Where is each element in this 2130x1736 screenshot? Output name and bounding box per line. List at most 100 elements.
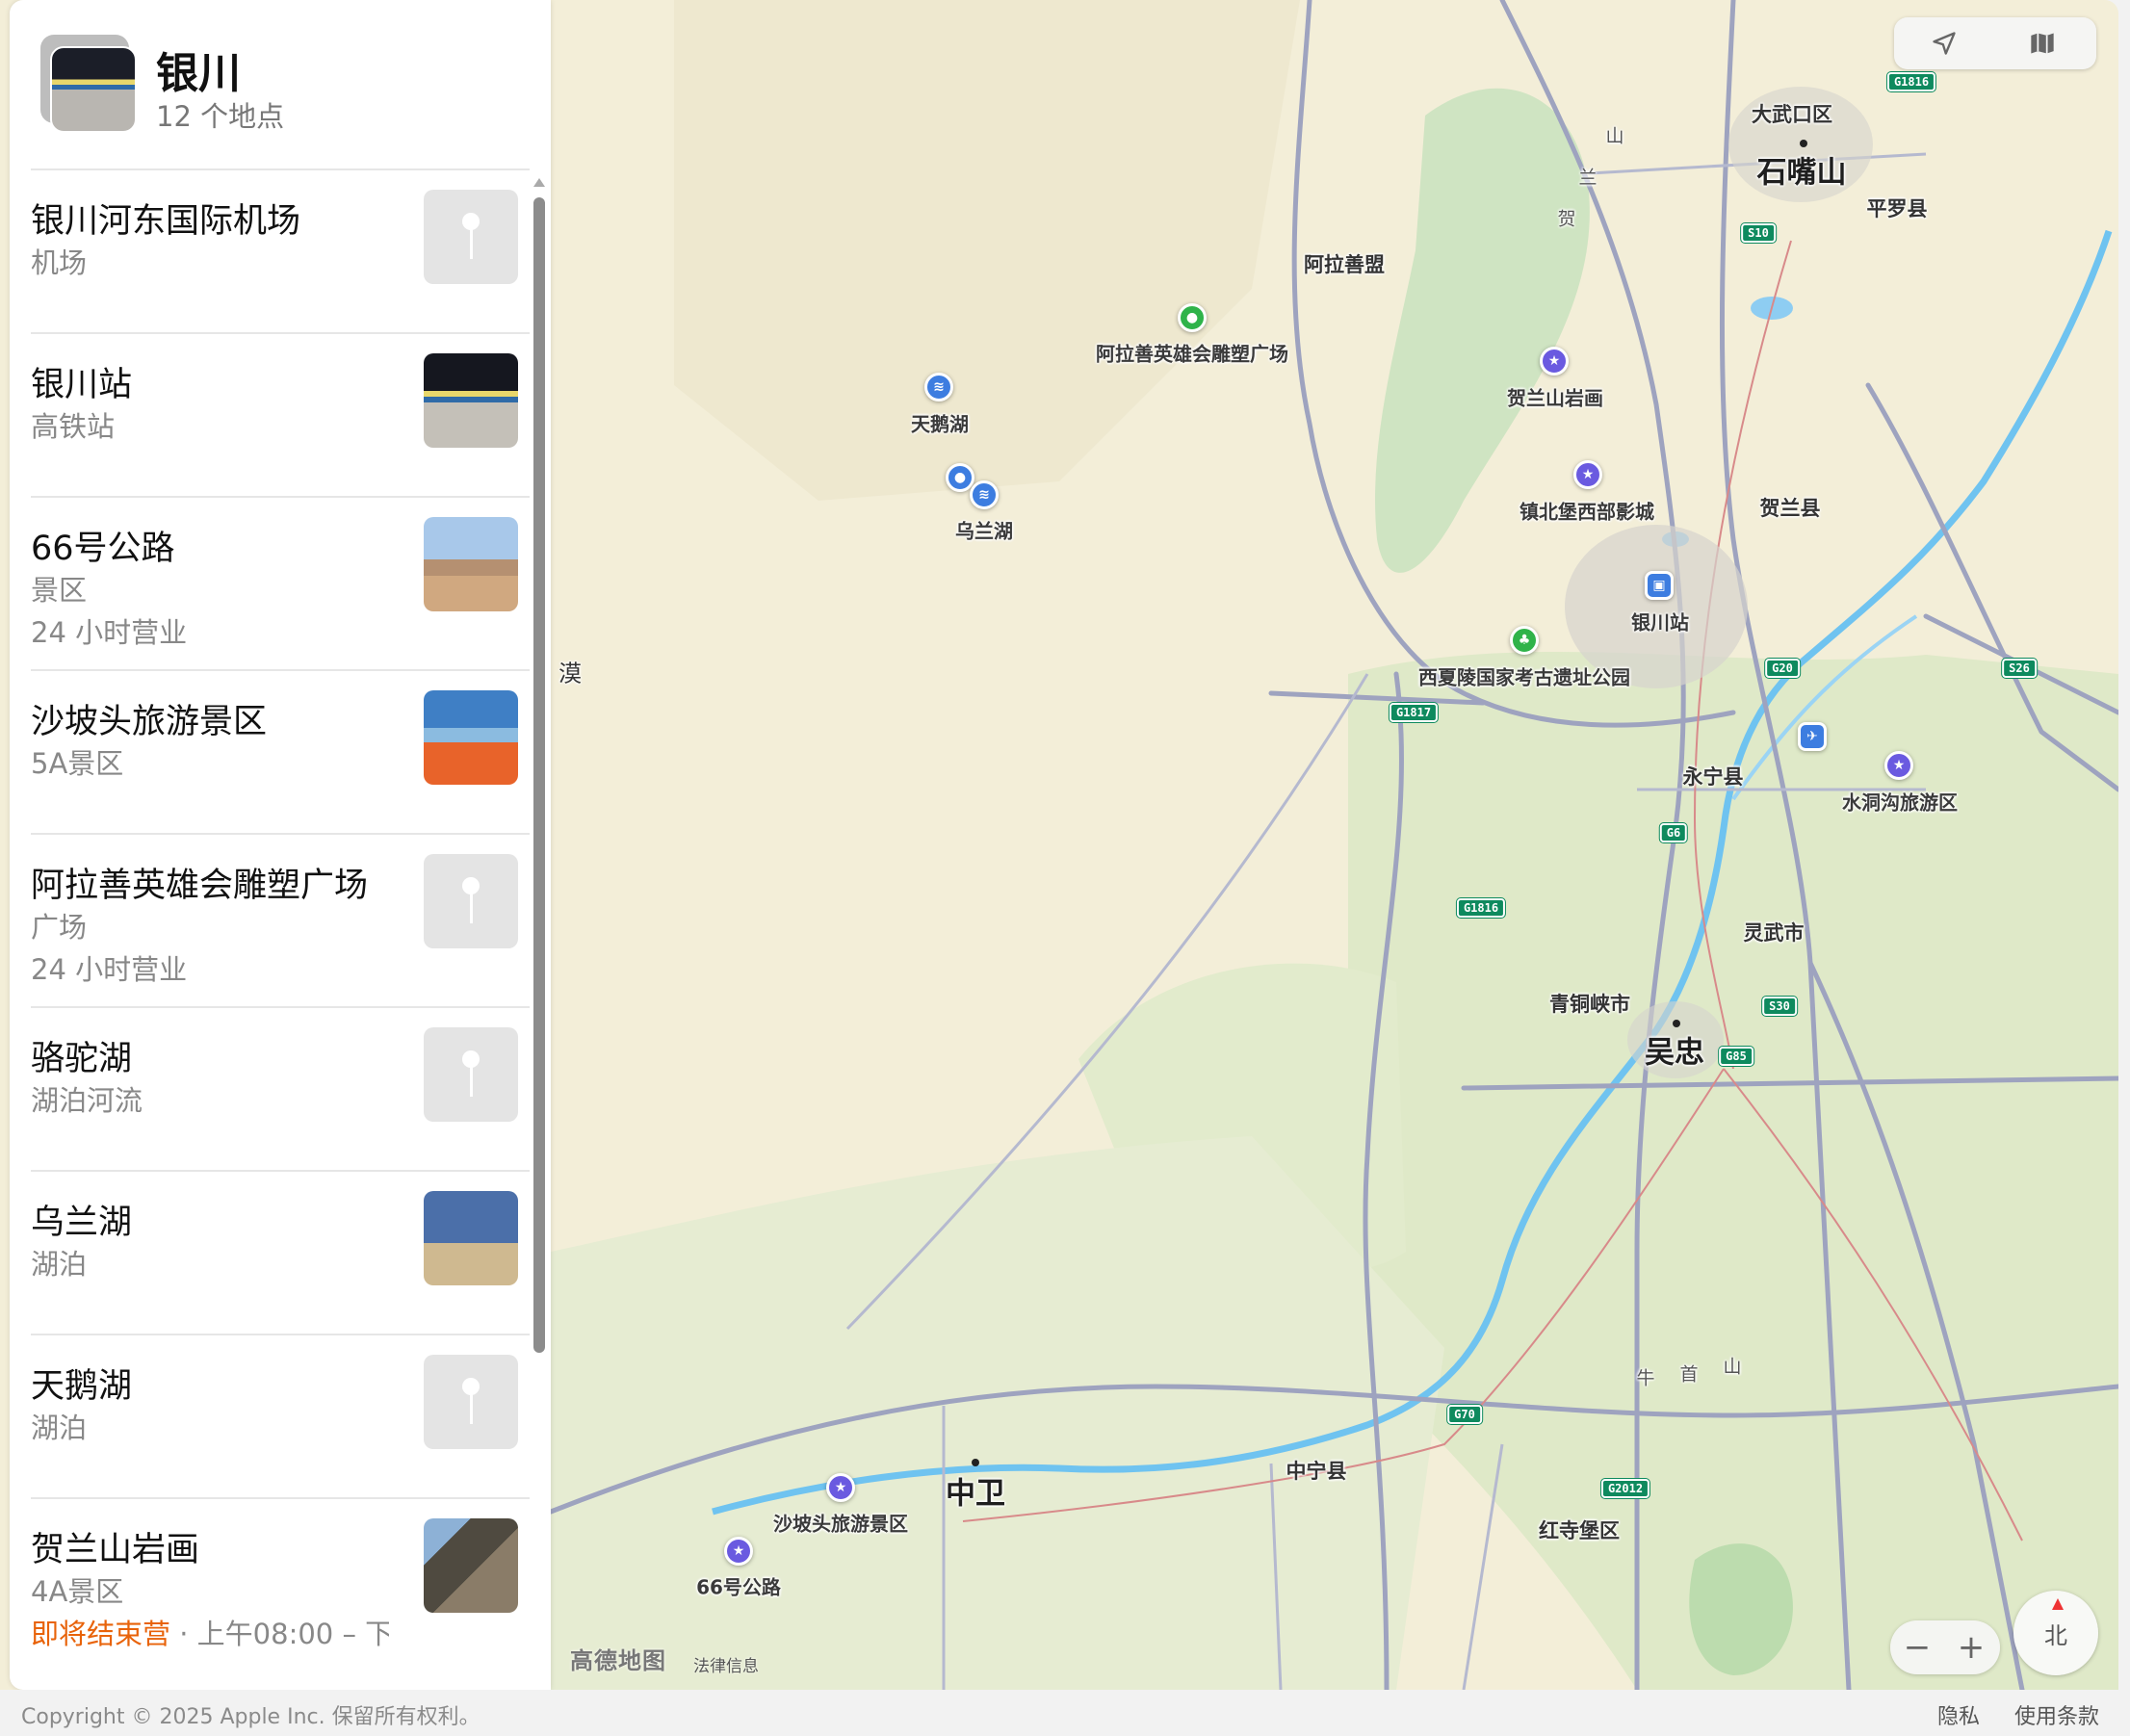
place-item-shapotou[interactable]: 沙坡头旅游景区 5A景区 (31, 669, 530, 833)
zoom-controls: − + (1890, 1620, 2000, 1674)
map-icon (2031, 33, 2054, 54)
place-category: 湖泊 (31, 1412, 88, 1444)
place-photo (424, 690, 518, 785)
place-pin-placeholder-icon (424, 1355, 518, 1449)
poi-wulan-lake-pin[interactable]: ≋ (970, 480, 999, 509)
place-name: 乌兰湖 (31, 1204, 133, 1242)
place-item-tiane-lake[interactable]: 天鹅湖 湖泊 (31, 1334, 530, 1497)
place-photo (424, 1518, 518, 1613)
place-hours-range: · 上午08:00 – 下午 (179, 1618, 389, 1650)
label-shuidonggou[interactable]: 水洞沟旅游区 (1842, 788, 1958, 816)
label-niushou-1: 牛 (1636, 1367, 1657, 1389)
poi-airport-pin[interactable]: ✈ (1798, 722, 1827, 751)
locate-me-button[interactable] (1915, 21, 1973, 65)
map-top-controls (1894, 17, 2096, 69)
place-pin-placeholder-icon (424, 190, 518, 284)
poi-xixia-tombs-pin[interactable]: ♣ (1510, 626, 1539, 655)
poi-tiane-lake-pin[interactable]: ≋ (924, 373, 953, 402)
label-pingluo: 平罗县 (1866, 197, 1928, 220)
label-shizuishan: 石嘴山 (1756, 155, 1847, 191)
label-route66[interactable]: 66号公路 (696, 1572, 781, 1600)
guide-place-count: 12 个地点 (156, 100, 285, 133)
label-helanshan-1: 贺 (1557, 208, 1578, 230)
label-niushou-3: 山 (1723, 1356, 1744, 1378)
place-item-wulan-lake[interactable]: 乌兰湖 湖泊 (31, 1170, 530, 1334)
privacy-link[interactable]: 隐私 (1937, 1699, 1980, 1730)
label-shapotou[interactable]: 沙坡头旅游景区 (773, 1509, 908, 1537)
label-wuzhong: 吴忠 (1645, 1035, 1704, 1071)
place-hours: 24 小时营业 (31, 616, 188, 649)
label-tiane-lake[interactable]: 天鹅湖 (911, 409, 969, 437)
guide-cover-image (40, 35, 137, 135)
poi-helan-rockart-pin[interactable]: ★ (1540, 347, 1569, 376)
place-category: 4A景区 (31, 1575, 124, 1608)
poi-alashan-plaza-pin[interactable]: ● (1178, 303, 1207, 332)
legal-info-link[interactable]: 法律信息 (693, 1652, 759, 1676)
copyright-text: Copyright © 2025 Apple Inc. 保留所有权利。 (21, 1705, 481, 1729)
city-dot-wuzhong (1673, 1020, 1680, 1027)
zoom-in-button[interactable]: + (1944, 1625, 1998, 1670)
road-shield: S26 (2002, 659, 2037, 678)
place-name: 贺兰山岩画 (31, 1531, 200, 1569)
page-footer: Copyright © 2025 Apple Inc. 保留所有权利。 隐私 使… (0, 1690, 2130, 1736)
label-dawukou: 大武口区 (1752, 103, 1832, 126)
place-name: 骆驼湖 (31, 1040, 133, 1078)
list-scrollbar[interactable] (533, 178, 545, 1690)
label-zhongning: 中宁县 (1286, 1460, 1347, 1483)
place-item-alashan-plaza[interactable]: 阿拉善英雄会雕塑广场 广场 24 小时营业 (31, 833, 530, 1006)
place-item-helan-rockart[interactable]: 贺兰山岩画 4A景区 即将结束营 · 上午08:00 – 下午 (31, 1497, 530, 1672)
poi-route66-pin[interactable]: ★ (724, 1537, 753, 1566)
road-shield: S10 (1741, 223, 1776, 243)
label-niushou-2: 首 (1679, 1363, 1701, 1386)
label-yinchuan-station[interactable]: 银川站 (1631, 608, 1689, 635)
place-category: 广场 (31, 911, 88, 944)
place-item-route66[interactable]: 66号公路 景区 24 小时营业 (31, 496, 530, 669)
road-shield: G2012 (1600, 1479, 1650, 1498)
poi-zhenbeibao-pin[interactable]: ★ (1573, 460, 1602, 489)
label-xixia-tombs[interactable]: 西夏陵国家考古遗址公园 (1418, 662, 1630, 690)
road-shield: G70 (1447, 1405, 1482, 1424)
place-item-luotuo-lake[interactable]: 骆驼湖 湖泊河流 (31, 1006, 530, 1170)
place-item-yinchuan-station[interactable]: 银川站 高铁站 (31, 332, 530, 496)
guide-title: 银川 (156, 49, 241, 98)
place-name: 银川河东国际机场 (31, 202, 301, 241)
scrollbar-thumb[interactable] (533, 197, 545, 1353)
place-category: 湖泊 (31, 1248, 88, 1281)
label-qingtongxia: 青铜峡市 (1549, 993, 1630, 1016)
poi-shuidonggou-pin[interactable]: ★ (1884, 751, 1913, 780)
label-wulan-lake[interactable]: 乌兰湖 (955, 516, 1013, 544)
label-alashan-plaza[interactable]: 阿拉善英雄会雕塑广场 (1096, 339, 1288, 367)
road-shield: G6 (1659, 823, 1688, 842)
label-yongning: 永宁县 (1682, 765, 1744, 789)
label-helanshan-2: 兰 (1578, 167, 1599, 189)
road-shield: G1816 (1886, 72, 1936, 91)
place-hours: 24 小时营业 (31, 953, 188, 986)
label-helan-county: 贺兰县 (1759, 497, 1821, 520)
label-lingwu: 灵武市 (1743, 921, 1805, 945)
place-name: 沙坡头旅游景区 (31, 703, 268, 741)
terms-link[interactable]: 使用条款 (2014, 1699, 2099, 1730)
map-mode-button[interactable] (2013, 21, 2071, 65)
zoom-out-button[interactable]: − (1890, 1625, 1944, 1670)
road-shield: S30 (1762, 997, 1797, 1016)
city-dot-shizuishan (1800, 140, 1807, 147)
place-photo (424, 1191, 518, 1285)
label-alashan: 阿拉善盟 (1304, 253, 1385, 276)
location-arrow-icon (1933, 32, 1956, 55)
label-helanshan-3: 山 (1605, 125, 1626, 147)
road-shield: G20 (1765, 659, 1800, 678)
road-shield: G1817 (1389, 703, 1439, 722)
label-helan-rockart[interactable]: 贺兰山岩画 (1507, 383, 1603, 411)
poi-shapotou-pin[interactable]: ★ (826, 1473, 855, 1502)
place-category: 湖泊河流 (31, 1084, 143, 1117)
poi-yinchuan-station-pin[interactable]: ▣ (1645, 571, 1674, 600)
place-item-airport[interactable]: 银川河东国际机场 机场 (31, 168, 530, 332)
label-zhongwei: 中卫 (946, 1476, 1005, 1512)
scroll-up-arrow-icon[interactable] (533, 178, 545, 187)
place-photo (424, 353, 518, 448)
compass-button[interactable]: 北 (2013, 1591, 2098, 1675)
place-category: 高铁站 (31, 410, 116, 443)
place-hours: 即将结束营 · 上午08:00 – 下午 (31, 1612, 389, 1652)
place-list[interactable]: 银川河东国际机场 机场 银川站 高铁站 66号公路 景区 24 小时营业 沙坡头… (10, 168, 530, 1690)
label-zhenbeibao[interactable]: 镇北堡西部影城 (1520, 497, 1654, 525)
